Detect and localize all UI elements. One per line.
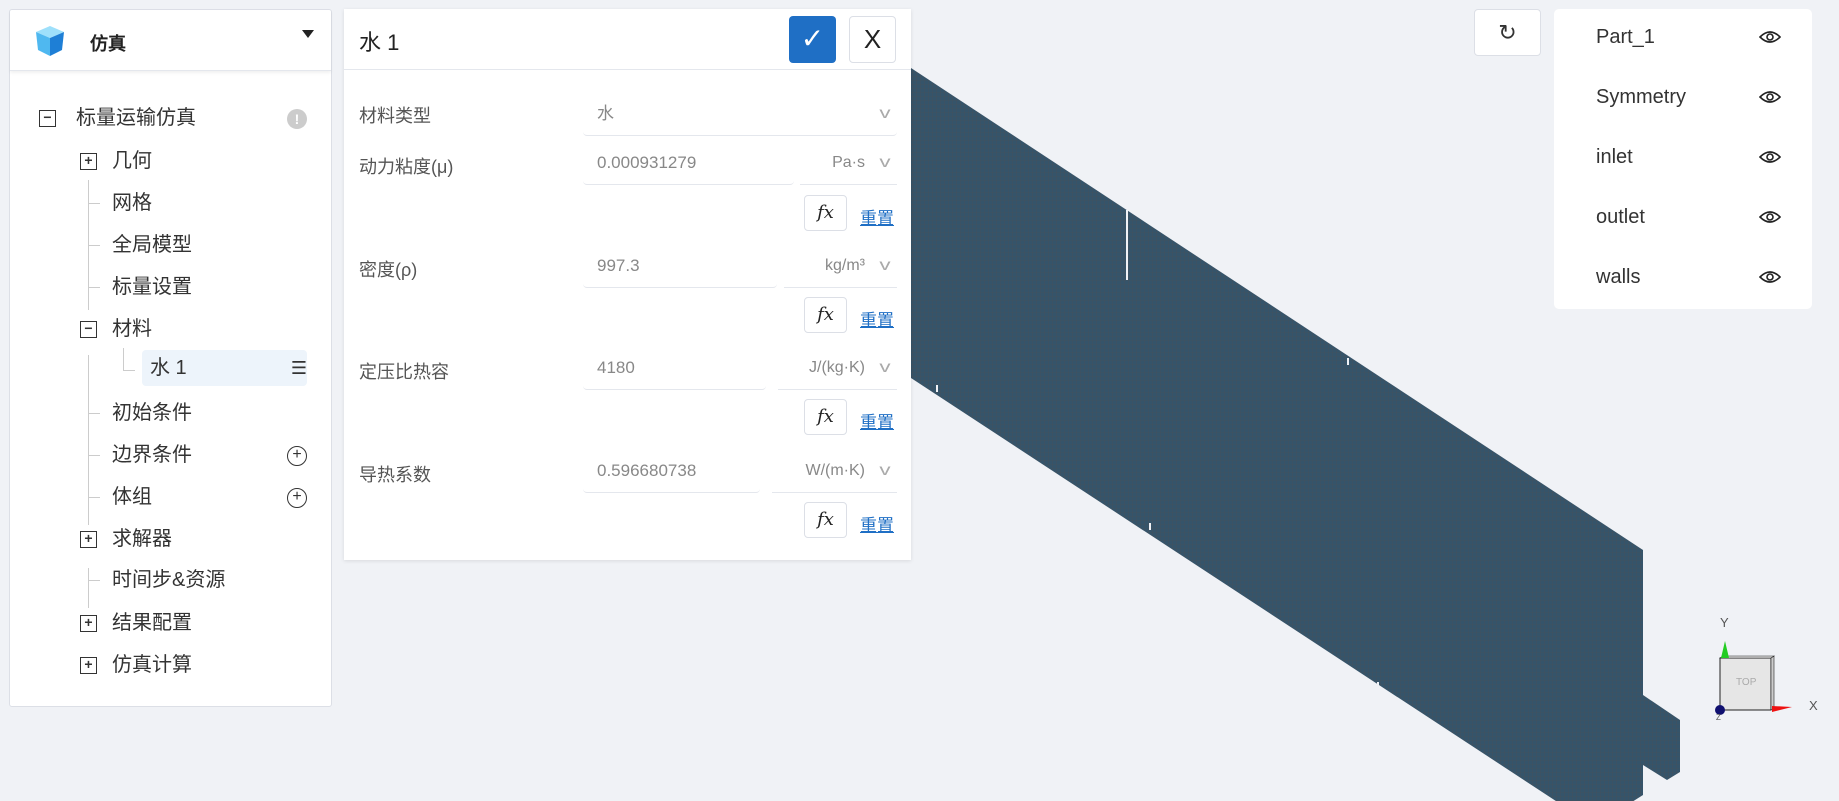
eye-icon[interactable] xyxy=(1759,270,1781,284)
confirm-button[interactable]: ✓ xyxy=(789,16,836,63)
fx-button[interactable]: fx xyxy=(804,502,847,538)
part-item[interactable]: walls xyxy=(1596,266,1640,289)
z-axis-label: Z xyxy=(1716,713,1721,722)
refresh-icon: ↻ xyxy=(1498,20,1517,45)
collapse-icon[interactable]: − xyxy=(39,110,56,127)
specific-heat-input[interactable]: 4180 xyxy=(583,346,766,390)
density-unit-select[interactable]: kg/m³ v xyxy=(784,244,897,288)
expand-icon[interactable]: + xyxy=(80,153,97,170)
expand-icon[interactable]: + xyxy=(80,531,97,548)
close-icon: X xyxy=(863,24,882,54)
tree-item-initial-conditions[interactable]: 初始条件 xyxy=(112,398,192,428)
chevron-down-icon: v xyxy=(879,257,891,274)
dialog-title: 水 1 xyxy=(359,30,400,55)
reset-link[interactable]: 重置 xyxy=(860,306,894,331)
fx-button[interactable]: fx xyxy=(804,399,847,435)
expand-icon[interactable]: + xyxy=(80,657,97,674)
reset-link[interactable]: 重置 xyxy=(860,204,894,229)
dropdown-caret-icon[interactable] xyxy=(302,30,314,38)
cube-icon xyxy=(36,26,64,56)
tree-item-mesh[interactable]: 网格 xyxy=(112,188,152,218)
tree-item-scalar-settings[interactable]: 标量设置 xyxy=(112,272,192,302)
tree-item-volume-groups[interactable]: 体组 xyxy=(112,482,152,512)
part-item[interactable]: Symmetry xyxy=(1596,86,1686,109)
sidebar-header[interactable]: 仿真 xyxy=(10,10,331,71)
add-boundary-icon[interactable]: + xyxy=(287,446,307,466)
tree-item-water-1[interactable]: 水 1 ☰ xyxy=(142,350,307,386)
eye-icon[interactable] xyxy=(1759,30,1781,44)
mesh-body xyxy=(911,68,1643,801)
tree-root[interactable]: 标量运输仿真 xyxy=(76,103,196,133)
field-label: 导热系数 xyxy=(359,465,431,485)
sidebar: 仿真 − 标量运输仿真 ! + 几何 网格 全局模型 标量设置 − 材料 水 1… xyxy=(9,9,332,707)
chevron-down-icon: v xyxy=(879,154,891,171)
chevron-down-icon: v xyxy=(879,105,891,122)
tree-item-materials[interactable]: 材料 xyxy=(112,314,152,344)
eye-icon[interactable] xyxy=(1759,90,1781,104)
specific-heat-unit-select[interactable]: J/(kg·K) v xyxy=(778,346,897,390)
x-axis-arrow xyxy=(1772,706,1792,712)
gizmo-face-label: TOP xyxy=(1736,677,1757,688)
tree-item-solver[interactable]: 求解器 xyxy=(112,524,172,554)
reset-link[interactable]: 重置 xyxy=(860,511,894,536)
tree-item-geometry[interactable]: 几何 xyxy=(112,146,152,176)
app-title: 仿真 xyxy=(90,34,126,54)
fx-button[interactable]: fx xyxy=(804,195,847,231)
y-axis-label: Y xyxy=(1720,615,1729,630)
tree-item-global-model[interactable]: 全局模型 xyxy=(112,230,192,260)
close-button[interactable]: X xyxy=(849,16,896,63)
check-icon: ✓ xyxy=(800,23,825,54)
tree-item-run-simulation[interactable]: 仿真计算 xyxy=(112,650,192,680)
info-icon[interactable]: ! xyxy=(287,109,307,129)
reset-link[interactable]: 重置 xyxy=(860,408,894,433)
eye-icon[interactable] xyxy=(1759,150,1781,164)
part-item[interactable]: Part_1 xyxy=(1596,26,1655,49)
visibility-panel: Part_1 Symmetry inlet outlet walls xyxy=(1554,9,1812,309)
viscosity-unit-select[interactable]: Pa·s v xyxy=(800,141,897,185)
tree-item-timestep-resources[interactable]: 时间步&资源 xyxy=(112,565,225,595)
thermal-conductivity-unit-select[interactable]: W/(m·K) v xyxy=(772,449,897,493)
expand-icon[interactable]: + xyxy=(80,615,97,632)
chevron-down-icon: v xyxy=(879,462,891,479)
field-label: 定压比热容 xyxy=(359,362,449,382)
x-axis-label: X xyxy=(1809,698,1818,713)
orientation-gizmo[interactable]: TOP Y X Z xyxy=(1700,600,1839,730)
field-label: 动力粘度(μ) xyxy=(359,157,454,177)
mesh-outlet xyxy=(1643,695,1680,780)
thermal-conductivity-input[interactable]: 0.596680738 xyxy=(583,449,760,493)
add-volume-group-icon[interactable]: + xyxy=(287,488,307,508)
field-label: 材料类型 xyxy=(359,106,431,126)
collapse-icon[interactable]: − xyxy=(80,321,97,338)
material-dialog: 水 1 ✓ X 材料类型 水 v 动力粘度(μ) 0.000931279 Pa·… xyxy=(344,9,911,560)
reset-view-button[interactable]: ↻ xyxy=(1474,9,1541,56)
material-type-select[interactable]: 水 v xyxy=(583,92,897,136)
menu-icon[interactable]: ☰ xyxy=(291,358,307,379)
density-input[interactable]: 997.3 xyxy=(583,244,777,288)
part-item[interactable]: outlet xyxy=(1596,206,1645,229)
part-item[interactable]: inlet xyxy=(1596,146,1633,169)
y-axis-arrow xyxy=(1721,641,1729,658)
field-label: 密度(ρ) xyxy=(359,260,418,280)
tree-item-results-config[interactable]: 结果配置 xyxy=(112,608,192,638)
chevron-down-icon: v xyxy=(879,359,891,376)
fx-button[interactable]: fx xyxy=(804,297,847,333)
eye-icon[interactable] xyxy=(1759,210,1781,224)
viscosity-input[interactable]: 0.000931279 xyxy=(583,141,794,185)
tree-item-boundary-conditions[interactable]: 边界条件 xyxy=(112,440,192,470)
